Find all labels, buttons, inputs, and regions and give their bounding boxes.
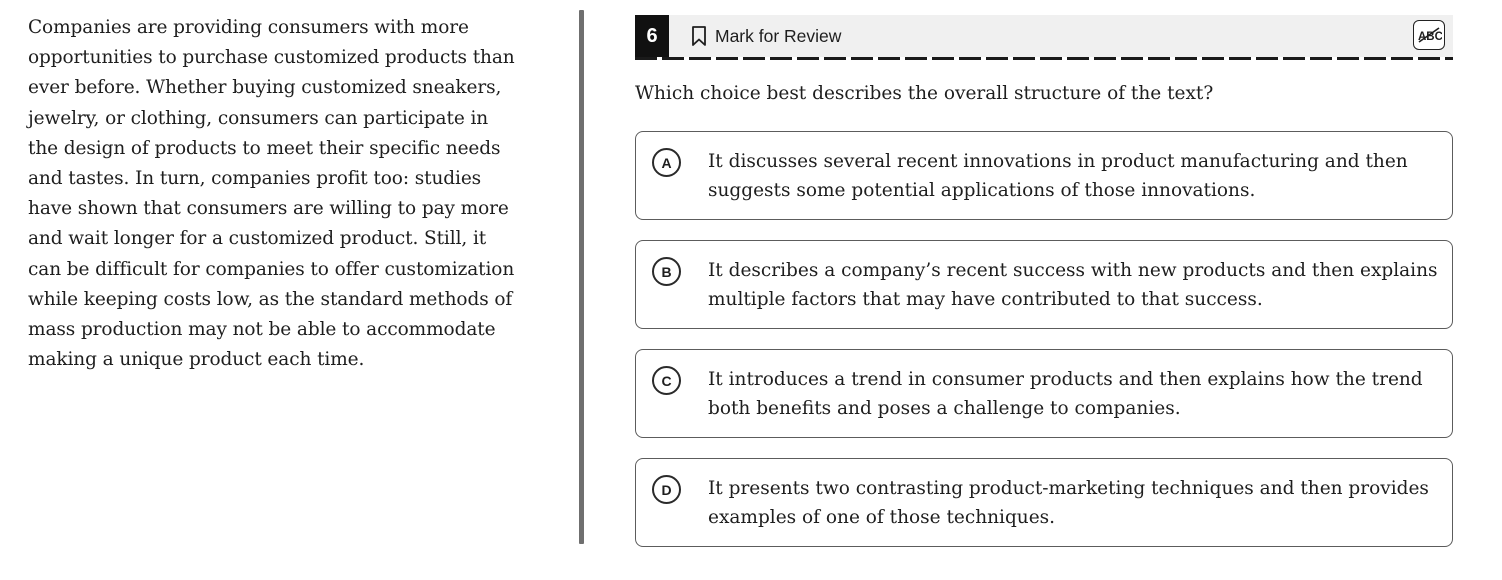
choice-letter-badge: D: [652, 475, 681, 504]
mark-for-review-label: Mark for Review: [715, 25, 842, 46]
choice-b[interactable]: B It describes a company’s recent succes…: [635, 240, 1453, 329]
abc-strikethrough-button[interactable]: ABC: [1413, 20, 1445, 50]
passage-pane: Companies are providing consumers with m…: [28, 13, 518, 375]
svg-text:ABC: ABC: [1418, 31, 1442, 43]
choice-text: It discusses several recent innovations …: [708, 151, 1408, 201]
choice-a[interactable]: A It discusses several recent innovation…: [635, 131, 1453, 220]
choice-letter-badge: B: [652, 257, 681, 286]
abc-strikethrough-icon: ABC: [1416, 25, 1442, 45]
mark-for-review-button[interactable]: Mark for Review: [691, 25, 841, 47]
question-header: 6 Mark for Review ABC: [635, 15, 1453, 57]
choice-d[interactable]: D It presents two contrasting product-ma…: [635, 458, 1453, 547]
choice-text: It introduces a trend in consumer produc…: [708, 369, 1423, 419]
choice-text: It describes a company’s recent success …: [708, 260, 1438, 310]
answer-choices: A It discusses several recent innovation…: [635, 131, 1453, 547]
choice-text: It presents two contrasting product-mark…: [708, 478, 1429, 528]
question-number: 6: [635, 15, 669, 57]
bookmark-icon: [691, 25, 707, 47]
question-stem: Which choice best describes the overall …: [635, 83, 1214, 104]
choice-c[interactable]: C It introduces a trend in consumer prod…: [635, 349, 1453, 438]
pane-divider[interactable]: [579, 10, 584, 544]
passage-text: Companies are providing consumers with m…: [28, 17, 515, 371]
header-dashed-separator: [635, 57, 1453, 60]
choice-letter-badge: A: [652, 148, 681, 177]
choice-letter-badge: C: [652, 366, 681, 395]
question-pane: 6 Mark for Review ABC Which choice best …: [635, 15, 1453, 567]
